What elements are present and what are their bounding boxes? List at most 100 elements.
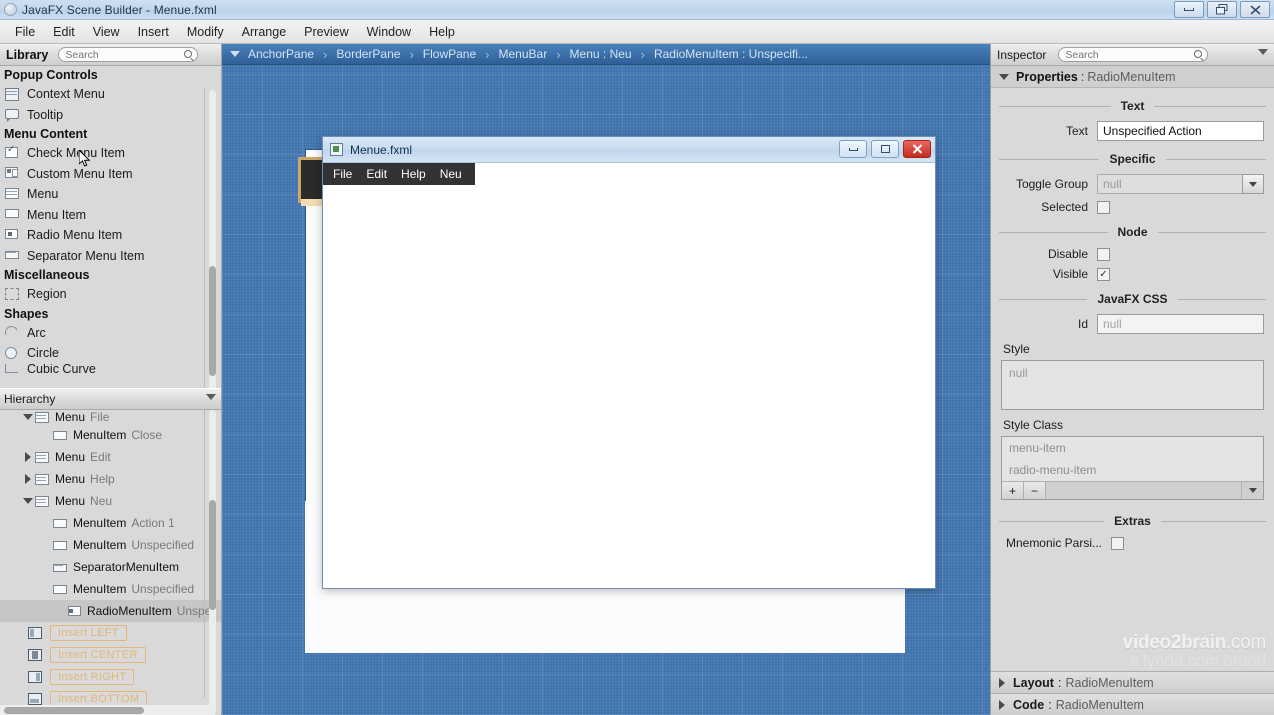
library-item-menu[interactable]: Menu: [0, 184, 221, 205]
style-class-dropdown-button[interactable]: [1241, 482, 1263, 499]
disable-checkbox[interactable]: [1097, 247, 1110, 261]
twisty-down-icon[interactable]: [23, 414, 33, 420]
twisty-down-icon[interactable]: [999, 73, 1009, 80]
table-row[interactable]: MenuItem Unspecified: [0, 534, 221, 556]
inspector-search-input[interactable]: Search: [1058, 47, 1209, 62]
twisty-down-icon[interactable]: [23, 498, 33, 504]
add-style-class-button[interactable]: +: [1002, 482, 1024, 499]
menu-insert[interactable]: Insert: [129, 22, 178, 42]
library-item-context-menu[interactable]: Context Menu: [0, 84, 221, 105]
preview-window[interactable]: Menue.fxml File Edit Help Neu: [322, 136, 936, 589]
menu-file[interactable]: File: [6, 22, 44, 42]
drop-target-insert-center[interactable]: Insert CENTER: [0, 644, 221, 666]
table-row[interactable]: Menu Help: [0, 468, 221, 490]
node-value: Unspecified: [131, 538, 195, 552]
menu-view[interactable]: View: [84, 22, 129, 42]
node-type: Menu: [55, 410, 86, 424]
selected-checkbox[interactable]: [1097, 200, 1110, 214]
mnemonic-checkbox[interactable]: [1111, 536, 1124, 550]
menu-item-icon: [52, 430, 68, 440]
library-item-tooltip[interactable]: Tooltip: [0, 105, 221, 126]
breadcrumb-caret-icon[interactable]: [230, 51, 240, 57]
library-item-check-menu-item[interactable]: Check Menu Item: [0, 143, 221, 164]
table-row[interactable]: MenuItem Unspecified: [0, 578, 221, 600]
library-item-separator-menu-item[interactable]: Separator Menu Item: [0, 246, 221, 267]
table-row[interactable]: Menu Edit: [0, 446, 221, 468]
library-item-arc[interactable]: Arc: [0, 323, 221, 344]
twisty-right-icon[interactable]: [25, 452, 31, 462]
library-item-cubic-curve[interactable]: Cubic Curve: [0, 363, 221, 375]
preview-maximize-button[interactable]: [871, 140, 899, 158]
breadcrumb-item-anchorpane[interactable]: AnchorPane: [248, 47, 314, 61]
library-divider: [204, 88, 205, 388]
twisty-right-icon[interactable]: [999, 677, 1005, 688]
library-item-radio-menu-item[interactable]: Radio Menu Item: [0, 225, 221, 246]
node-type: RadioMenuItem: [87, 604, 172, 618]
table-row[interactable]: Menu Neu: [0, 490, 221, 512]
hierarchy-tree[interactable]: Menu File MenuItem Close Menu Edit Menu …: [0, 410, 221, 715]
preview-menu-help[interactable]: Help: [401, 167, 426, 181]
toggle-group-field[interactable]: null: [1097, 174, 1242, 194]
style-textarea[interactable]: null: [1001, 360, 1264, 410]
window-close-button[interactable]: [1240, 1, 1270, 18]
preview-close-button[interactable]: [903, 140, 931, 158]
list-item[interactable]: menu-item: [1002, 437, 1263, 459]
node-type: Menu: [55, 450, 86, 464]
menu-icon: [34, 451, 50, 463]
twisty-right-icon[interactable]: [25, 474, 31, 484]
preview-minimize-button[interactable]: [839, 140, 867, 158]
chevron-down-icon[interactable]: [206, 394, 216, 400]
library-list[interactable]: Popup Controls Context Menu Tooltip Menu…: [0, 66, 221, 388]
table-row[interactable]: Menu File: [0, 410, 221, 424]
accordion-layout[interactable]: Layout : RadioMenuItem: [991, 671, 1274, 693]
twisty-right-icon[interactable]: [999, 699, 1005, 710]
toggle-group-dropdown-button[interactable]: [1242, 174, 1264, 194]
drop-target-insert-left[interactable]: Insert LEFT: [0, 622, 221, 644]
table-row[interactable]: MenuItem Action 1: [0, 512, 221, 534]
menu-window[interactable]: Window: [358, 22, 420, 42]
menu-arrange[interactable]: Arrange: [233, 22, 295, 42]
drop-target-insert-right[interactable]: Insert RIGHT: [0, 666, 221, 688]
insert-right-icon: [28, 671, 42, 683]
window-minimize-button[interactable]: [1174, 1, 1204, 18]
design-canvas[interactable]: Menue.fxml File Edit Help Neu: [222, 65, 990, 715]
library-item-circle[interactable]: Circle: [0, 343, 221, 364]
hierarchy-hscrollbar-thumb[interactable]: [4, 707, 144, 714]
library-item-custom-menu-item[interactable]: Custom Menu Item: [0, 164, 221, 185]
property-id: Id null: [1001, 314, 1264, 334]
list-item[interactable]: radio-menu-item: [1002, 459, 1263, 481]
breadcrumb-item-menu[interactable]: Menu : Neu: [570, 47, 632, 61]
hierarchy-scrollbar-thumb[interactable]: [209, 500, 216, 610]
breadcrumb-item-menubar[interactable]: MenuBar: [499, 47, 548, 61]
menu-help[interactable]: Help: [420, 22, 464, 42]
library-scrollbar-thumb[interactable]: [209, 266, 216, 376]
breadcrumb-item-radiomenuitem[interactable]: RadioMenuItem : Unspecifi...: [654, 47, 808, 61]
library-search-input[interactable]: Search: [58, 47, 199, 62]
breadcrumb-item-borderpane[interactable]: BorderPane: [336, 47, 400, 61]
library-item-menu-item[interactable]: Menu Item: [0, 205, 221, 226]
visible-checkbox[interactable]: ✓: [1097, 267, 1110, 281]
search-icon: [184, 50, 193, 58]
style-class-list[interactable]: menu-item radio-menu-item + −: [1001, 436, 1264, 500]
menu-preview[interactable]: Preview: [295, 22, 357, 42]
table-row[interactable]: MenuItem Close: [0, 424, 221, 446]
id-field[interactable]: null: [1097, 314, 1264, 334]
window-restore-button[interactable]: [1207, 1, 1237, 18]
breadcrumb-item-flowpane[interactable]: FlowPane: [423, 47, 476, 61]
table-row[interactable]: RadioMenuItem Unspe: [0, 600, 221, 622]
node-type: MenuItem: [73, 538, 127, 552]
table-row[interactable]: SeparatorMenuItem: [0, 556, 221, 578]
menu-modify[interactable]: Modify: [178, 22, 233, 42]
style-class-input[interactable]: [1046, 482, 1241, 499]
accordion-code[interactable]: Code : RadioMenuItem: [991, 693, 1274, 715]
properties-section-header[interactable]: Properties : RadioMenuItem: [991, 66, 1274, 88]
preview-menu-edit[interactable]: Edit: [366, 167, 387, 181]
text-field[interactable]: Unspecified Action: [1097, 121, 1264, 141]
chevron-down-icon[interactable]: [1258, 49, 1268, 55]
menu-edit[interactable]: Edit: [44, 22, 84, 42]
remove-style-class-button[interactable]: −: [1024, 482, 1046, 499]
app-titlebar: JavaFX Scene Builder - Menue.fxml: [0, 0, 1274, 20]
preview-menu-file[interactable]: File: [333, 167, 352, 181]
library-item-region[interactable]: Region: [0, 284, 221, 305]
preview-menu-neu[interactable]: Neu: [440, 167, 462, 181]
